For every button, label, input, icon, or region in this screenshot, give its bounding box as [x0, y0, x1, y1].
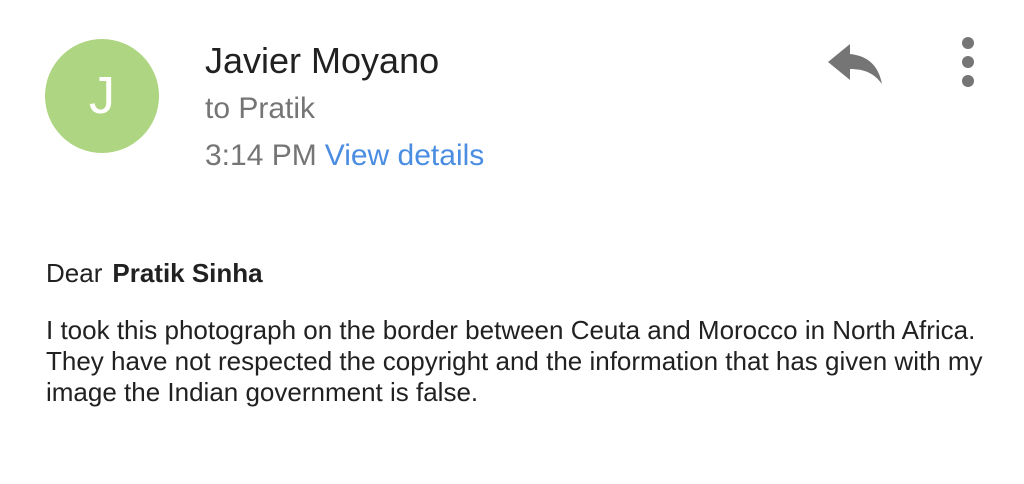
avatar[interactable]: J [45, 39, 159, 153]
avatar-initial: J [89, 67, 115, 125]
reply-button[interactable] [826, 40, 884, 88]
view-details-link[interactable]: View details [325, 139, 485, 172]
recipient-line: to Pratik [205, 92, 316, 125]
more-vertical-icon [962, 37, 974, 87]
email-header: J Javier Moyano to Pratik 3:14 PM View de… [0, 0, 1024, 200]
timestamp: 3:14 PM [205, 139, 317, 172]
more-options-button[interactable] [952, 36, 984, 90]
time-row: 3:14 PM View details [205, 139, 484, 173]
message-line-2: They have not respected the copyright an… [46, 346, 983, 407]
greeting: Dear Pratik Sinha [46, 258, 996, 289]
greeting-recipient: Pratik Sinha [112, 258, 263, 288]
message-line-1: I took this photograph on the border bet… [46, 315, 976, 345]
greeting-prefix: Dear [46, 258, 103, 288]
message-body: Dear Pratik Sinha I took this photograph … [46, 258, 996, 408]
sender-name: Javier Moyano [205, 40, 440, 81]
reply-icon [828, 44, 882, 84]
